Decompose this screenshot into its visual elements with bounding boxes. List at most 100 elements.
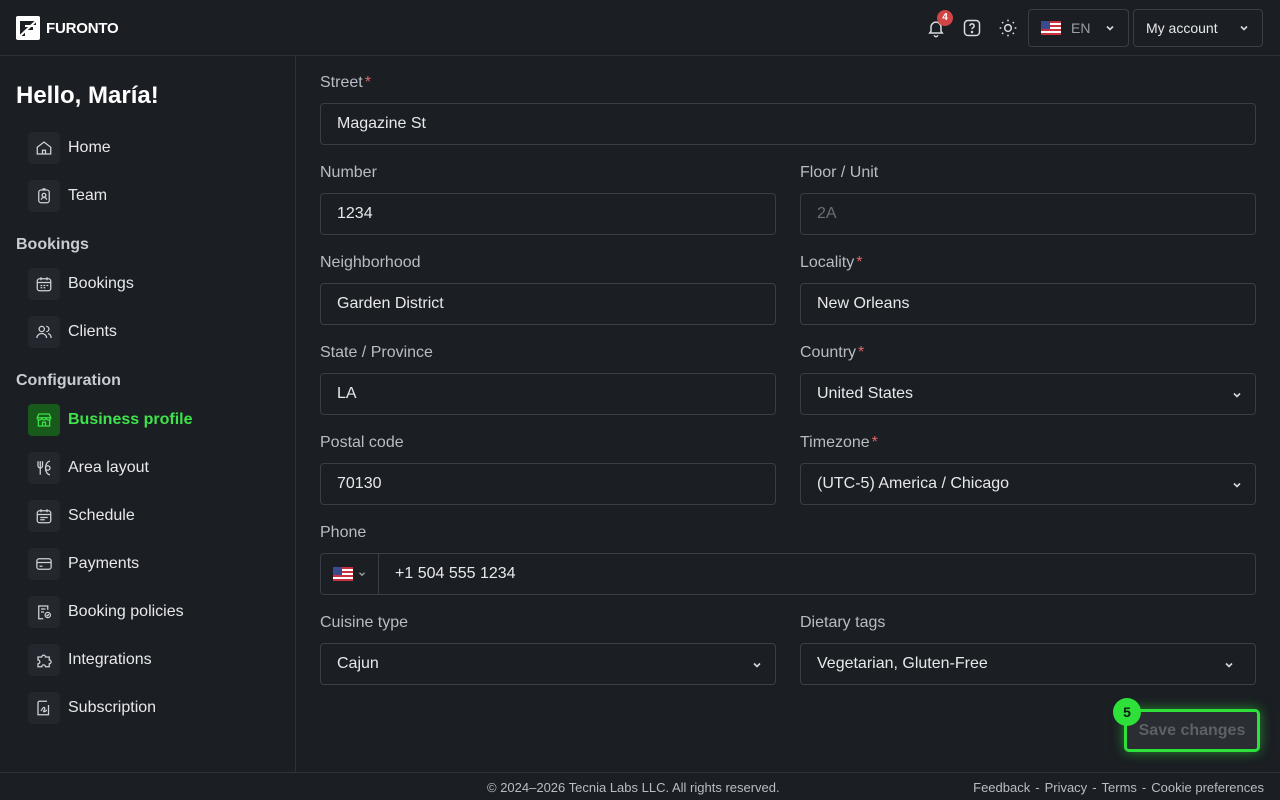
puzzle-icon <box>28 644 60 676</box>
help-icon <box>963 19 981 37</box>
schedule-icon <box>28 500 60 532</box>
sidebar-item-booking-policies[interactable]: Booking policies <box>28 596 184 628</box>
sidebar-item-business-profile[interactable]: Business profile <box>28 404 192 436</box>
cuisine-value: Cajun <box>337 655 379 672</box>
sidebar-item-subscription[interactable]: Subscription <box>28 692 156 724</box>
section-title-bookings: Bookings <box>16 236 89 253</box>
number-input[interactable]: 1234 <box>320 193 776 235</box>
us-flag-icon <box>1041 21 1061 35</box>
sidebar-item-label: Integrations <box>68 651 152 668</box>
sidebar-item-home[interactable]: Home <box>28 132 111 164</box>
sun-icon <box>999 19 1017 37</box>
sidebar-item-clients[interactable]: Clients <box>28 316 117 348</box>
neighborhood-value: Garden District <box>337 295 444 312</box>
theme-toggle-button[interactable] <box>994 14 1022 42</box>
postal-code-label: Postal code <box>320 434 404 451</box>
badge-icon <box>28 180 60 212</box>
street-input[interactable]: Magazine St <box>320 103 1256 145</box>
dietary-tags-value: Vegetarian, Gluten-Free <box>817 655 988 672</box>
sidebar-item-label: Payments <box>68 555 140 572</box>
required-marker: * <box>364 74 371 91</box>
country-select[interactable]: United States <box>800 373 1256 415</box>
notifications-button[interactable]: 4 <box>922 10 953 42</box>
postal-code-value: 70130 <box>337 475 382 492</box>
cuisine-select[interactable]: Cajun <box>320 643 776 685</box>
sidebar-item-team[interactable]: Team <box>28 180 107 212</box>
state-label: State / Province <box>320 344 433 361</box>
dietary-tags-select[interactable]: Vegetarian, Gluten-Free <box>800 643 1256 685</box>
locality-label: Locality * <box>800 254 862 272</box>
street-value: Magazine St <box>337 115 426 132</box>
save-changes-button[interactable]: Save changes <box>1124 709 1260 752</box>
sidebar-item-label: Booking policies <box>68 603 184 620</box>
phone-label: Phone <box>320 524 367 541</box>
state-value: LA <box>337 385 357 402</box>
account-label: My account <box>1146 20 1218 36</box>
postal-code-input[interactable]: 70130 <box>320 463 776 505</box>
sidebar-item-label: Subscription <box>68 699 157 716</box>
chevron-down-icon <box>1106 25 1114 31</box>
state-input[interactable]: LA <box>320 373 776 415</box>
app-logo[interactable]: FURONTO <box>16 16 119 40</box>
chevron-down-icon <box>753 662 761 668</box>
phone-input[interactable]: +1 504 555 1234 <box>320 553 1256 595</box>
locality-label-text: Locality <box>800 254 855 271</box>
policy-icon <box>28 596 60 628</box>
sidebar: Hello, María! Home Team Bookings Booking… <box>0 56 296 772</box>
logo-mark-icon <box>16 16 40 40</box>
language-selector[interactable]: EN <box>1028 9 1129 47</box>
number-value: 1234 <box>337 205 373 222</box>
language-code: EN <box>1071 20 1091 36</box>
business-profile-form: Street * Magazine St Number 1234 Floor / … <box>296 56 1280 772</box>
timezone-label-text: Timezone <box>800 434 870 451</box>
phone-country-selector[interactable] <box>321 554 379 594</box>
sidebar-item-label: Home <box>68 139 111 156</box>
country-label: Country * <box>800 344 864 362</box>
cuisine-label: Cuisine type <box>320 614 409 631</box>
sidebar-item-label: Bookings <box>68 275 134 292</box>
footer-link-feedback[interactable]: Feedback <box>973 780 1030 795</box>
chevron-down-icon <box>1225 662 1233 668</box>
section-title-configuration: Configuration <box>16 372 121 389</box>
help-button[interactable] <box>958 14 986 42</box>
app-name: FURONTO <box>46 19 119 37</box>
sidebar-item-payments[interactable]: Payments <box>28 548 139 580</box>
country-value: United States <box>817 385 914 402</box>
street-label: Street * <box>320 74 371 92</box>
footer-separator: - <box>1141 780 1147 795</box>
sidebar-item-label: Team <box>68 187 108 204</box>
timezone-label: Timezone * <box>800 434 878 452</box>
footer-separator: - <box>1035 780 1040 795</box>
sidebar-item-schedule[interactable]: Schedule <box>28 500 135 532</box>
chevron-down-icon <box>1240 25 1248 31</box>
card-icon <box>28 548 60 580</box>
sidebar-item-label: Area layout <box>68 459 149 476</box>
footer-link-terms[interactable]: Terms <box>1102 780 1137 795</box>
sidebar-item-bookings[interactable]: Bookings <box>28 268 134 300</box>
floor-unit-label: Floor / Unit <box>800 164 879 181</box>
sidebar-item-label: Clients <box>68 323 117 340</box>
locality-input[interactable]: New Orleans <box>800 283 1256 325</box>
required-marker: * <box>856 254 863 271</box>
my-account-menu[interactable]: My account <box>1133 9 1263 47</box>
neighborhood-input[interactable]: Garden District <box>320 283 776 325</box>
chevron-down-icon <box>359 572 365 577</box>
footer-link-cookie-preferences[interactable]: Cookie preferences <box>1151 780 1264 795</box>
users-icon <box>28 316 60 348</box>
floor-unit-input[interactable]: 2A <box>800 193 1256 235</box>
dietary-tags-label: Dietary tags <box>800 614 886 631</box>
calendar-icon <box>28 268 60 300</box>
copyright-text: © 2024–2026 Tecnia Labs LLC. All rights … <box>487 780 780 795</box>
top-header: FURONTO 4 EN My account <box>0 0 1280 56</box>
footer-separator: - <box>1092 780 1097 795</box>
notification-badge: 4 <box>937 10 953 26</box>
sidebar-item-integrations[interactable]: Integrations <box>28 644 152 676</box>
timezone-select[interactable]: (UTC-5) America / Chicago <box>800 463 1256 505</box>
phone-value: +1 504 555 1234 <box>395 565 516 582</box>
cutlery-icon <box>28 452 60 484</box>
country-label-text: Country <box>800 344 857 361</box>
timezone-value: (UTC-5) America / Chicago <box>817 475 1010 492</box>
footer-link-privacy[interactable]: Privacy <box>1045 780 1088 795</box>
us-flag-icon <box>333 567 353 581</box>
sidebar-item-area-layout[interactable]: Area layout <box>28 452 149 484</box>
